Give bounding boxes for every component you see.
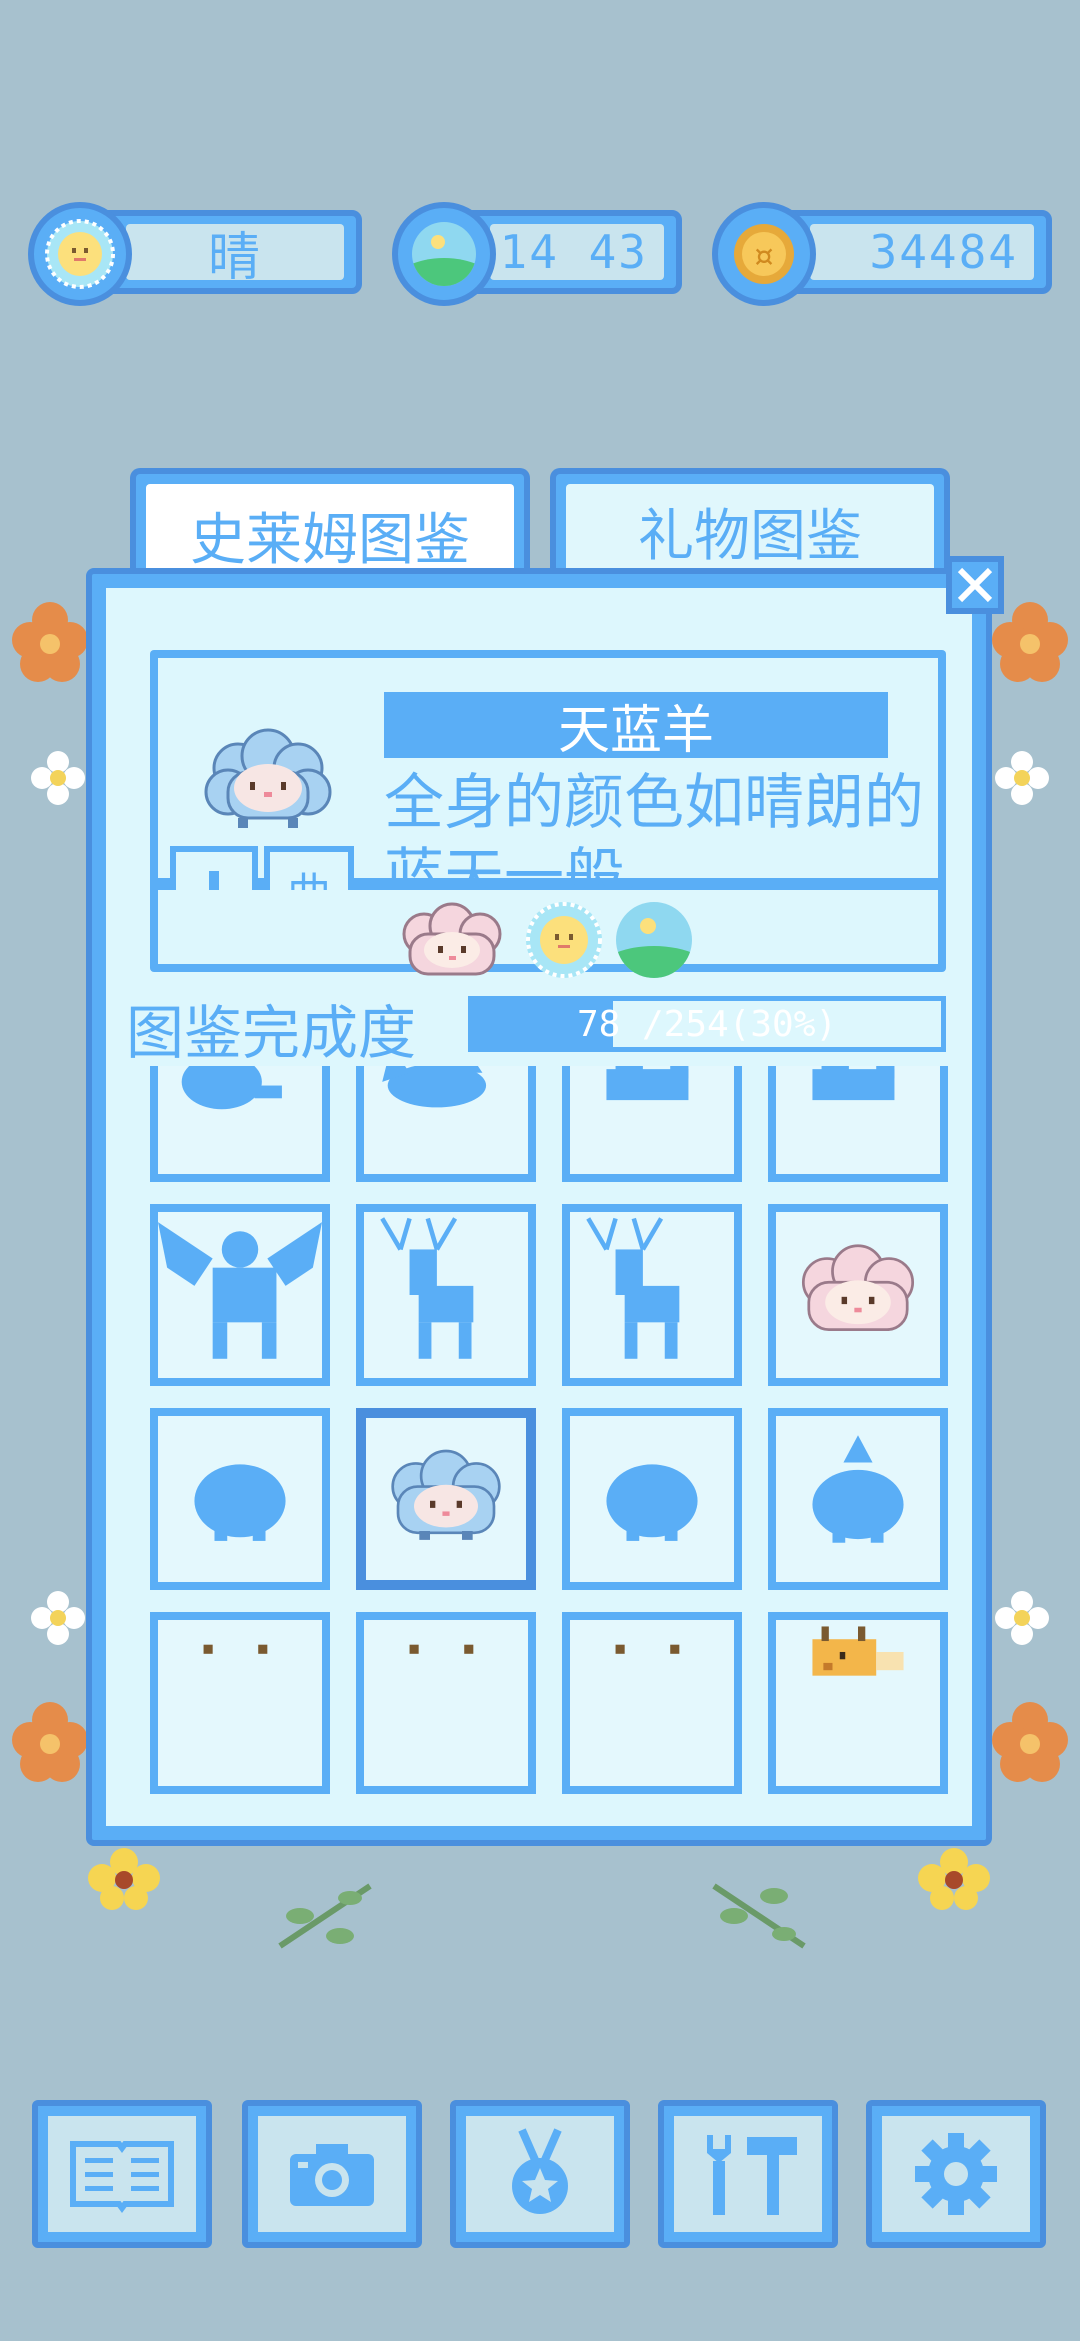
slime-grid-cell[interactable] [768,1612,948,1794]
slime-grid-cell[interactable] [150,1066,330,1182]
coin-icon: ¤ [712,202,816,306]
sheep-silhouette-icon [606,1464,698,1541]
weather-value: 晴 [126,224,344,288]
collection-panel: 1 2 天蓝羊 全身的颜色如晴朗的蓝天一般。 曲 [86,568,992,1846]
slime-grid-cell[interactable] [768,1408,948,1590]
slime-grid-cell[interactable] [768,1204,948,1386]
slime-detail-card: 1 2 天蓝羊 全身的颜色如晴朗的蓝天一般。 曲 [150,650,946,978]
flower-decoration-icon [995,1591,1049,1645]
condition-icons-row [158,890,938,978]
time-value: 14 43 [490,224,664,280]
slime-grid-cell[interactable] [356,1612,536,1794]
completion-text: 78 /254(30%) [576,1003,838,1045]
tab-gift-collection-label: 礼物图鉴 [566,484,934,578]
collection-panel-body: 1 2 天蓝羊 全身的颜色如晴朗的蓝天一般。 曲 [106,588,972,1826]
slime-detail-info: 1 2 天蓝羊 全身的颜色如晴朗的蓝天一般。 [158,658,938,912]
flower-decoration-icon [995,751,1049,805]
weather-stat: 晴 [28,202,362,306]
flower-decoration-icon [992,1702,1068,1782]
nav-book-button[interactable] [32,2100,212,2248]
blue-sheep-icon [204,728,332,828]
pink-sheep-icon [402,902,502,976]
triceratops-silhouette-icon [382,1066,487,1108]
medal-icon [512,2128,568,2214]
slime-grid-cell[interactable] [562,1612,742,1794]
slime-grid-cell[interactable] [562,1066,742,1182]
slime-name: 天蓝羊 [384,692,888,761]
flower-decoration-icon [918,1848,990,1910]
sun-face-icon [28,202,132,306]
sheep-tuft-silhouette-icon [812,1435,904,1543]
dog-silhouette-icon [606,1066,689,1101]
close-button[interactable] [946,556,1004,614]
nav-medal-button[interactable] [450,2100,630,2248]
completion-label: 图鉴完成度 [126,999,417,1067]
dino-silhouette-icon [181,1066,282,1110]
hidden-icon [203,1644,268,1654]
settings-gear-icon [915,2133,997,2215]
dragon-deer-silhouette-icon [158,1222,322,1359]
nav-settings-button[interactable] [866,2100,1046,2248]
flower-decoration-icon [12,1702,88,1782]
slime-grid-cell[interactable] [150,1408,330,1590]
nav-camera-button[interactable] [242,2100,422,2248]
deer-silhouette-icon [586,1217,680,1359]
leaf-decoration-icon [278,1883,372,1949]
blue-sheep-icon [391,1449,501,1540]
slime-grid-cell[interactable] [562,1204,742,1386]
landscape-icon [392,202,496,306]
hidden-icon [409,1644,474,1654]
svg-text:¤: ¤ [754,239,773,274]
flower-decoration-icon [31,751,85,805]
deer-silhouette-icon [380,1217,474,1359]
pink-sheep-icon [801,1244,915,1331]
slime-grid-cell[interactable] [356,1408,536,1590]
sun-face-icon [526,902,602,978]
tools-icon [707,2135,797,2215]
nav-tools-button[interactable] [658,2100,838,2248]
coins-stat: ¤ 34484 [712,202,1052,306]
completion-progress-bar: 78 /254(30%) [468,996,946,1052]
leaf-decoration-icon [712,1883,806,1949]
slime-grid-cell[interactable] [562,1408,742,1590]
dog-silhouette-icon [812,1066,895,1101]
book-icon [70,2141,174,2213]
flower-decoration-icon [88,1848,160,1910]
slime-grid-cell[interactable] [356,1066,536,1182]
tab-gift-collection[interactable]: 礼物图鉴 [550,468,950,578]
slime-grid-cell[interactable] [150,1204,330,1386]
hidden-icon [615,1644,680,1654]
time-stat: 14 43 [392,202,682,306]
slime-grid-cell[interactable] [768,1066,948,1182]
landscape-icon [616,902,692,978]
coins-value: 34484 [810,224,1034,280]
slime-grid-cell[interactable] [150,1612,330,1794]
flower-decoration-icon [31,1591,85,1645]
giraffe-icon [812,1626,904,1676]
slime-grid [150,1066,950,1826]
slime-grid-cell[interactable] [356,1204,536,1386]
flower-decoration-icon [12,602,88,682]
sheep-silhouette-icon [194,1464,286,1541]
camera-icon [290,2144,374,2206]
